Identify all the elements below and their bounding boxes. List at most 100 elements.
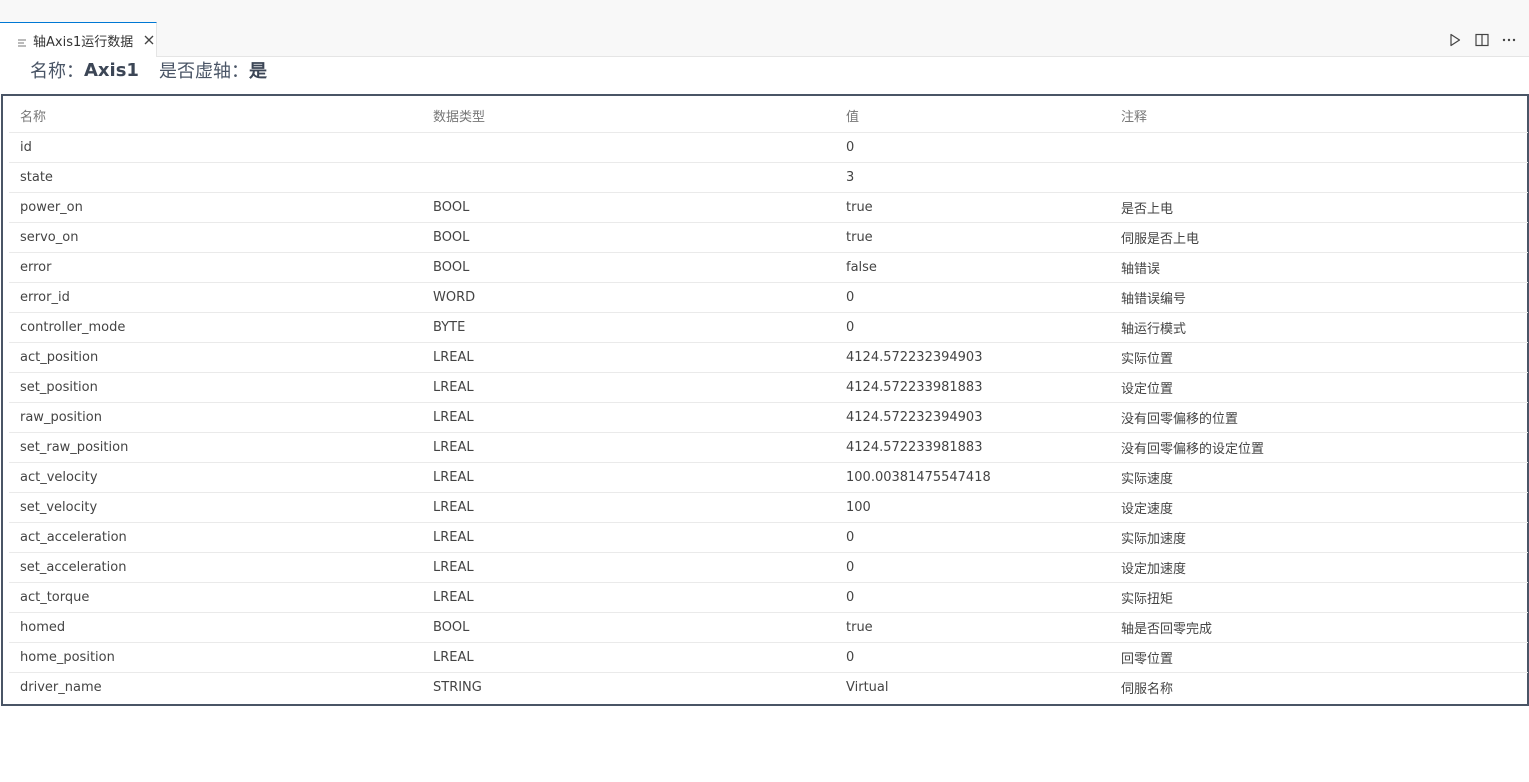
cell-name: raw_position xyxy=(9,402,422,433)
cell-datatype: LREAL xyxy=(422,342,835,373)
table-row[interactable]: error_id WORD 0 轴错误编号 xyxy=(9,282,1528,313)
cell-name: set_raw_position xyxy=(9,432,422,463)
table-row[interactable]: driver_name STRING Virtual 伺服名称 xyxy=(9,672,1528,702)
play-icon[interactable] xyxy=(1446,31,1463,48)
column-header-value[interactable]: 值 xyxy=(835,100,1110,133)
cell-name: power_on xyxy=(9,192,422,223)
cell-comment xyxy=(1110,162,1528,193)
table-row[interactable]: id 0 xyxy=(9,132,1528,163)
file-lines-icon xyxy=(17,34,29,47)
cell-value: true xyxy=(835,612,1110,643)
cell-comment: 没有回零偏移的位置 xyxy=(1110,402,1528,433)
table-row[interactable]: set_position LREAL 4124.572233981883 设定位置 xyxy=(9,372,1528,403)
cell-comment: 是否上电 xyxy=(1110,192,1528,223)
table-row[interactable]: set_velocity LREAL 100 设定速度 xyxy=(9,492,1528,523)
column-header-name[interactable]: 名称 xyxy=(9,100,422,133)
cell-datatype: BOOL xyxy=(422,252,835,283)
cell-value: 4124.572232394903 xyxy=(835,402,1110,433)
cell-comment: 设定速度 xyxy=(1110,492,1528,523)
cell-datatype: LREAL xyxy=(422,582,835,613)
cell-datatype: LREAL xyxy=(422,642,835,673)
cell-name: home_position xyxy=(9,642,422,673)
cell-value: true xyxy=(835,192,1110,223)
axis-data-table: 名称 数据类型 值 注释 id 0 state 3 power_on BOOL true 是否… xyxy=(9,100,1528,702)
more-icon[interactable] xyxy=(1500,31,1517,48)
cell-value: 0 xyxy=(835,642,1110,673)
cell-value: 4124.572233981883 xyxy=(835,432,1110,463)
cell-datatype xyxy=(422,162,835,193)
column-header-datatype[interactable]: 数据类型 xyxy=(422,100,835,133)
title-strip xyxy=(0,0,1529,22)
tab-label: 轴Axis1运行数据 xyxy=(33,34,134,50)
cell-comment xyxy=(1110,132,1528,163)
table-row[interactable]: set_acceleration LREAL 0 设定加速度 xyxy=(9,552,1528,583)
cell-name: homed xyxy=(9,612,422,643)
cell-datatype: LREAL xyxy=(422,492,835,523)
cell-comment: 轴错误编号 xyxy=(1110,282,1528,313)
cell-value: true xyxy=(835,222,1110,253)
cell-datatype: BOOL xyxy=(422,192,835,223)
cell-comment: 回零位置 xyxy=(1110,642,1528,673)
virtual-axis-label: 是否虚轴： xyxy=(158,61,249,82)
table-row[interactable]: error BOOL false 轴错误 xyxy=(9,252,1528,283)
editor-actions xyxy=(1446,22,1517,57)
cell-datatype: BOOL xyxy=(422,222,835,253)
cell-datatype: LREAL xyxy=(422,432,835,463)
table-row[interactable]: act_position LREAL 4124.572232394903 实际位置 xyxy=(9,342,1528,373)
table-row[interactable]: raw_position LREAL 4124.572232394903 没有回零偏移… xyxy=(9,402,1528,433)
cell-name: act_torque xyxy=(9,582,422,613)
table-row[interactable]: set_raw_position LREAL 4124.572233981883 没有… xyxy=(9,432,1528,463)
cell-datatype: BOOL xyxy=(422,612,835,643)
cell-datatype: LREAL xyxy=(422,372,835,403)
cell-comment: 轴错误 xyxy=(1110,252,1528,283)
tab-axis1-runtime-data[interactable]: 轴Axis1运行数据 xyxy=(0,22,157,57)
cell-datatype: LREAL xyxy=(422,462,835,493)
close-icon[interactable] xyxy=(141,32,156,48)
cell-datatype: BYTE xyxy=(422,312,835,343)
column-header-comment[interactable]: 注释 xyxy=(1110,100,1528,133)
table-row[interactable]: act_acceleration LREAL 0 实际加速度 xyxy=(9,522,1528,553)
cell-comment: 实际加速度 xyxy=(1110,522,1528,553)
table-row[interactable]: controller_mode BYTE 0 轴运行模式 xyxy=(9,312,1528,343)
table-row[interactable]: act_torque LREAL 0 实际扭矩 xyxy=(9,582,1528,613)
table-row[interactable]: home_position LREAL 0 回零位置 xyxy=(9,642,1528,673)
axis-data-table-frame: 名称 数据类型 值 注释 id 0 state 3 power_on BOOL true 是否… xyxy=(1,94,1529,706)
split-editor-icon[interactable] xyxy=(1473,31,1490,48)
cell-comment: 轴运行模式 xyxy=(1110,312,1528,343)
cell-value: 4124.572233981883 xyxy=(835,372,1110,403)
cell-comment: 伺服名称 xyxy=(1121,681,1174,697)
editor-tab-bar: 轴Axis1运行数据 xyxy=(0,22,1529,57)
cell-name: state xyxy=(9,162,422,193)
cell-value: 100 xyxy=(835,492,1110,523)
cell-name: set_position xyxy=(9,372,422,403)
cell-value: 0 xyxy=(835,582,1110,613)
axis-name-value: Axis1 xyxy=(84,59,139,81)
table-header-row: 名称 数据类型 值 注释 xyxy=(9,100,1528,133)
cell-comment: 设定位置 xyxy=(1110,372,1528,403)
cell-name: act_velocity xyxy=(9,462,422,493)
cell-name: servo_on xyxy=(9,222,422,253)
cell-value: 0 xyxy=(835,552,1110,583)
cell-name: set_velocity xyxy=(9,492,422,523)
cell-comment: 设定加速度 xyxy=(1110,552,1528,583)
cell-name: controller_mode xyxy=(9,312,422,343)
table-row[interactable]: state 3 xyxy=(9,162,1528,193)
cell-comment: 伺服是否上电 xyxy=(1110,222,1528,253)
cell-value: Virtual xyxy=(846,679,889,695)
table-row[interactable]: homed BOOL true 轴是否回零完成 xyxy=(9,612,1528,643)
cell-datatype: LREAL xyxy=(422,402,835,433)
cell-value: 0 xyxy=(835,132,1110,163)
cell-value: 3 xyxy=(835,162,1110,193)
table-row[interactable]: power_on BOOL true 是否上电 xyxy=(9,192,1528,223)
cell-value: false xyxy=(835,252,1110,283)
virtual-axis-value: 是 xyxy=(248,61,267,82)
cell-name: error xyxy=(9,252,422,283)
table-row[interactable]: act_velocity LREAL 100.00381475547418 实际速度 xyxy=(9,462,1528,493)
cell-comment: 实际位置 xyxy=(1110,342,1528,373)
cell-value: 0 xyxy=(835,312,1110,343)
cell-name: act_position xyxy=(9,342,422,373)
table-row[interactable]: servo_on BOOL true 伺服是否上电 xyxy=(9,222,1528,253)
name-label: 名称： xyxy=(30,61,84,82)
cell-comment: 轴是否回零完成 xyxy=(1110,612,1528,643)
cell-value: 4124.572232394903 xyxy=(835,342,1110,373)
